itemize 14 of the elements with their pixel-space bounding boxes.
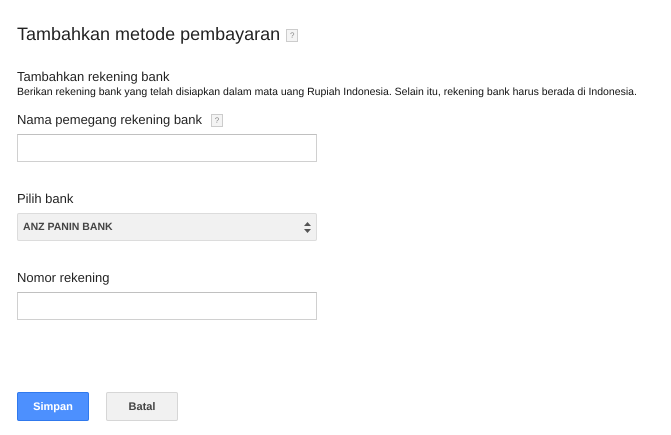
help-icon[interactable]: ?: [211, 114, 224, 127]
section-description: Berikan rekening bank yang telah disiapkan dalam mata uang Rupiah Indonesia. Selain itu, rekening bank harus berada di Indonesia.: [17, 85, 638, 99]
field-label: Nomor rekening: [17, 270, 110, 284]
field-label: Pilih bank: [17, 190, 74, 206]
help-icon[interactable]: ?: [286, 29, 298, 42]
bank-dropdown[interactable]: ANZ PANIN BANK: [17, 213, 317, 241]
input-field[interactable]: [17, 134, 317, 162]
form-button[interactable]: Simpan: [17, 392, 89, 421]
section-title: Tambahkan rekening bank: [17, 69, 170, 85]
field-label: Nama pemegang rekening bank: [17, 112, 202, 126]
input-field[interactable]: [17, 292, 317, 320]
page-title: Tambahkan metode pembayaran: [17, 24, 280, 44]
dropdown-arrows-icon: [304, 222, 311, 232]
form-button[interactable]: Batal: [106, 392, 178, 421]
